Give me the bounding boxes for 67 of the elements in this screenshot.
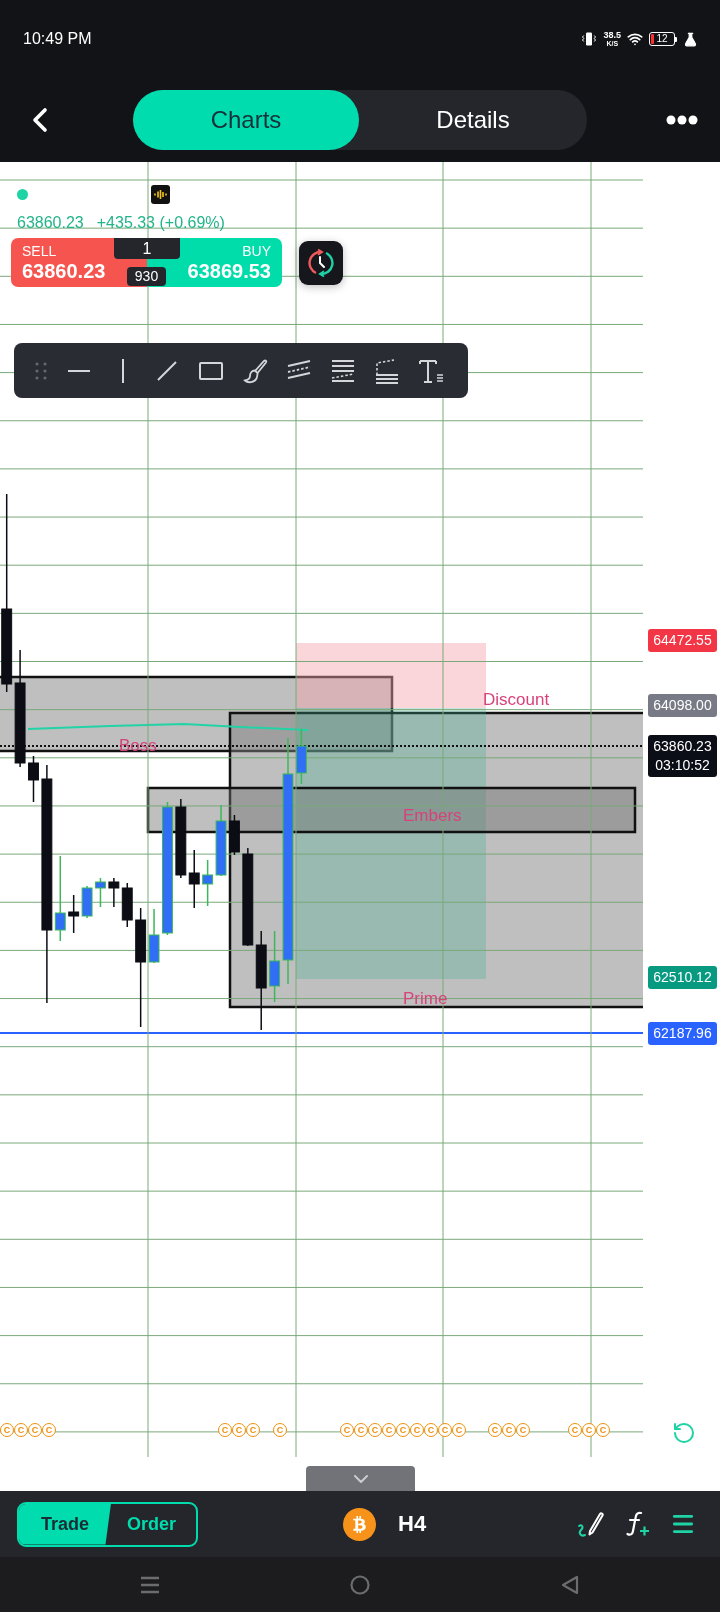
zone-label: Discount <box>483 690 550 710</box>
mode-tab[interactable]: Trade <box>19 1503 111 1545</box>
status-time: 10:49 PM <box>23 29 92 49</box>
y-tick-label: 62510.12 <box>653 968 712 988</box>
event-marker[interactable]: C <box>424 1423 438 1437</box>
zone-label: Embers <box>403 806 462 826</box>
event-marker[interactable]: C <box>410 1423 424 1437</box>
event-marker[interactable]: C <box>368 1423 382 1437</box>
candlestick <box>95 877 106 908</box>
flask-icon <box>683 31 698 47</box>
dashed-corner-lines-icon[interactable] <box>374 357 400 384</box>
tab[interactable]: Details <box>359 90 587 150</box>
event-marker[interactable]: C <box>354 1423 368 1437</box>
event-marker[interactable]: C <box>218 1423 232 1437</box>
bitcoin-icon <box>343 1507 376 1541</box>
event-marker[interactable]: C <box>0 1423 14 1437</box>
event-marker[interactable]: C <box>42 1423 56 1437</box>
drawing-pen-icon[interactable] <box>576 1509 604 1539</box>
chevron-down-icon <box>353 1474 368 1483</box>
zone-label: Prime <box>403 989 448 1009</box>
event-marker[interactable]: C <box>340 1423 354 1437</box>
candlestick <box>28 755 39 803</box>
event-marker[interactable]: C <box>582 1423 596 1437</box>
text-tool-icon[interactable] <box>418 357 444 384</box>
event-marker[interactable]: C <box>488 1423 502 1437</box>
wifi-icon <box>627 31 643 47</box>
y-tick-label: 62187.96 <box>653 1023 712 1043</box>
function-icon[interactable] <box>624 1510 650 1538</box>
brush-icon[interactable] <box>242 357 268 384</box>
nav-back-icon[interactable] <box>560 1574 580 1595</box>
waveform-icon[interactable] <box>151 185 170 204</box>
event-marker[interactable]: C <box>396 1423 410 1437</box>
y-tick-label: 64098.00 <box>653 695 712 715</box>
timeframe-label[interactable]: H4 <box>398 1511 427 1537</box>
quote-price: 63860.23 <box>17 213 84 233</box>
spread-badge: 930 <box>127 267 166 286</box>
event-marker[interactable]: C <box>516 1423 530 1437</box>
candlestick <box>68 894 80 934</box>
home-icon[interactable] <box>350 1574 370 1595</box>
event-marker[interactable]: C <box>382 1423 396 1437</box>
more-icon[interactable] <box>666 115 698 125</box>
y-tick-label: 64472.55 <box>653 631 712 651</box>
tab[interactable]: Charts <box>133 90 359 150</box>
y-tick-label: 63860.23 <box>653 736 712 756</box>
vibrate-icon <box>581 31 598 47</box>
quote-change: +435.33 (+0.69%) <box>96 213 225 233</box>
event-marker[interactable]: C <box>452 1423 466 1437</box>
countdown-timer: 03:10:52 <box>655 755 710 775</box>
event-marker[interactable]: C <box>502 1423 516 1437</box>
network-speed-text: 38.5 <box>603 31 621 40</box>
recent-apps-icon[interactable] <box>140 1575 160 1594</box>
event-marker[interactable]: C <box>246 1423 260 1437</box>
event-marker[interactable]: C <box>596 1423 610 1437</box>
event-marker[interactable]: C <box>273 1423 287 1437</box>
event-marker[interactable]: C <box>232 1423 246 1437</box>
event-marker[interactable]: C <box>14 1423 28 1437</box>
event-marker[interactable]: C <box>28 1423 42 1437</box>
candlestick <box>188 849 200 909</box>
event-marker[interactable]: C <box>438 1423 452 1437</box>
drag-handle-icon[interactable] <box>34 360 48 381</box>
stacked-lines-icon[interactable] <box>330 357 356 384</box>
candlestick <box>81 885 93 919</box>
event-marker[interactable]: C <box>568 1423 582 1437</box>
clock-button[interactable] <box>299 241 343 285</box>
clock-arrows-icon <box>306 248 336 278</box>
lot-size-field[interactable]: 1 <box>114 238 180 259</box>
battery-level-text: 12 <box>656 34 668 44</box>
